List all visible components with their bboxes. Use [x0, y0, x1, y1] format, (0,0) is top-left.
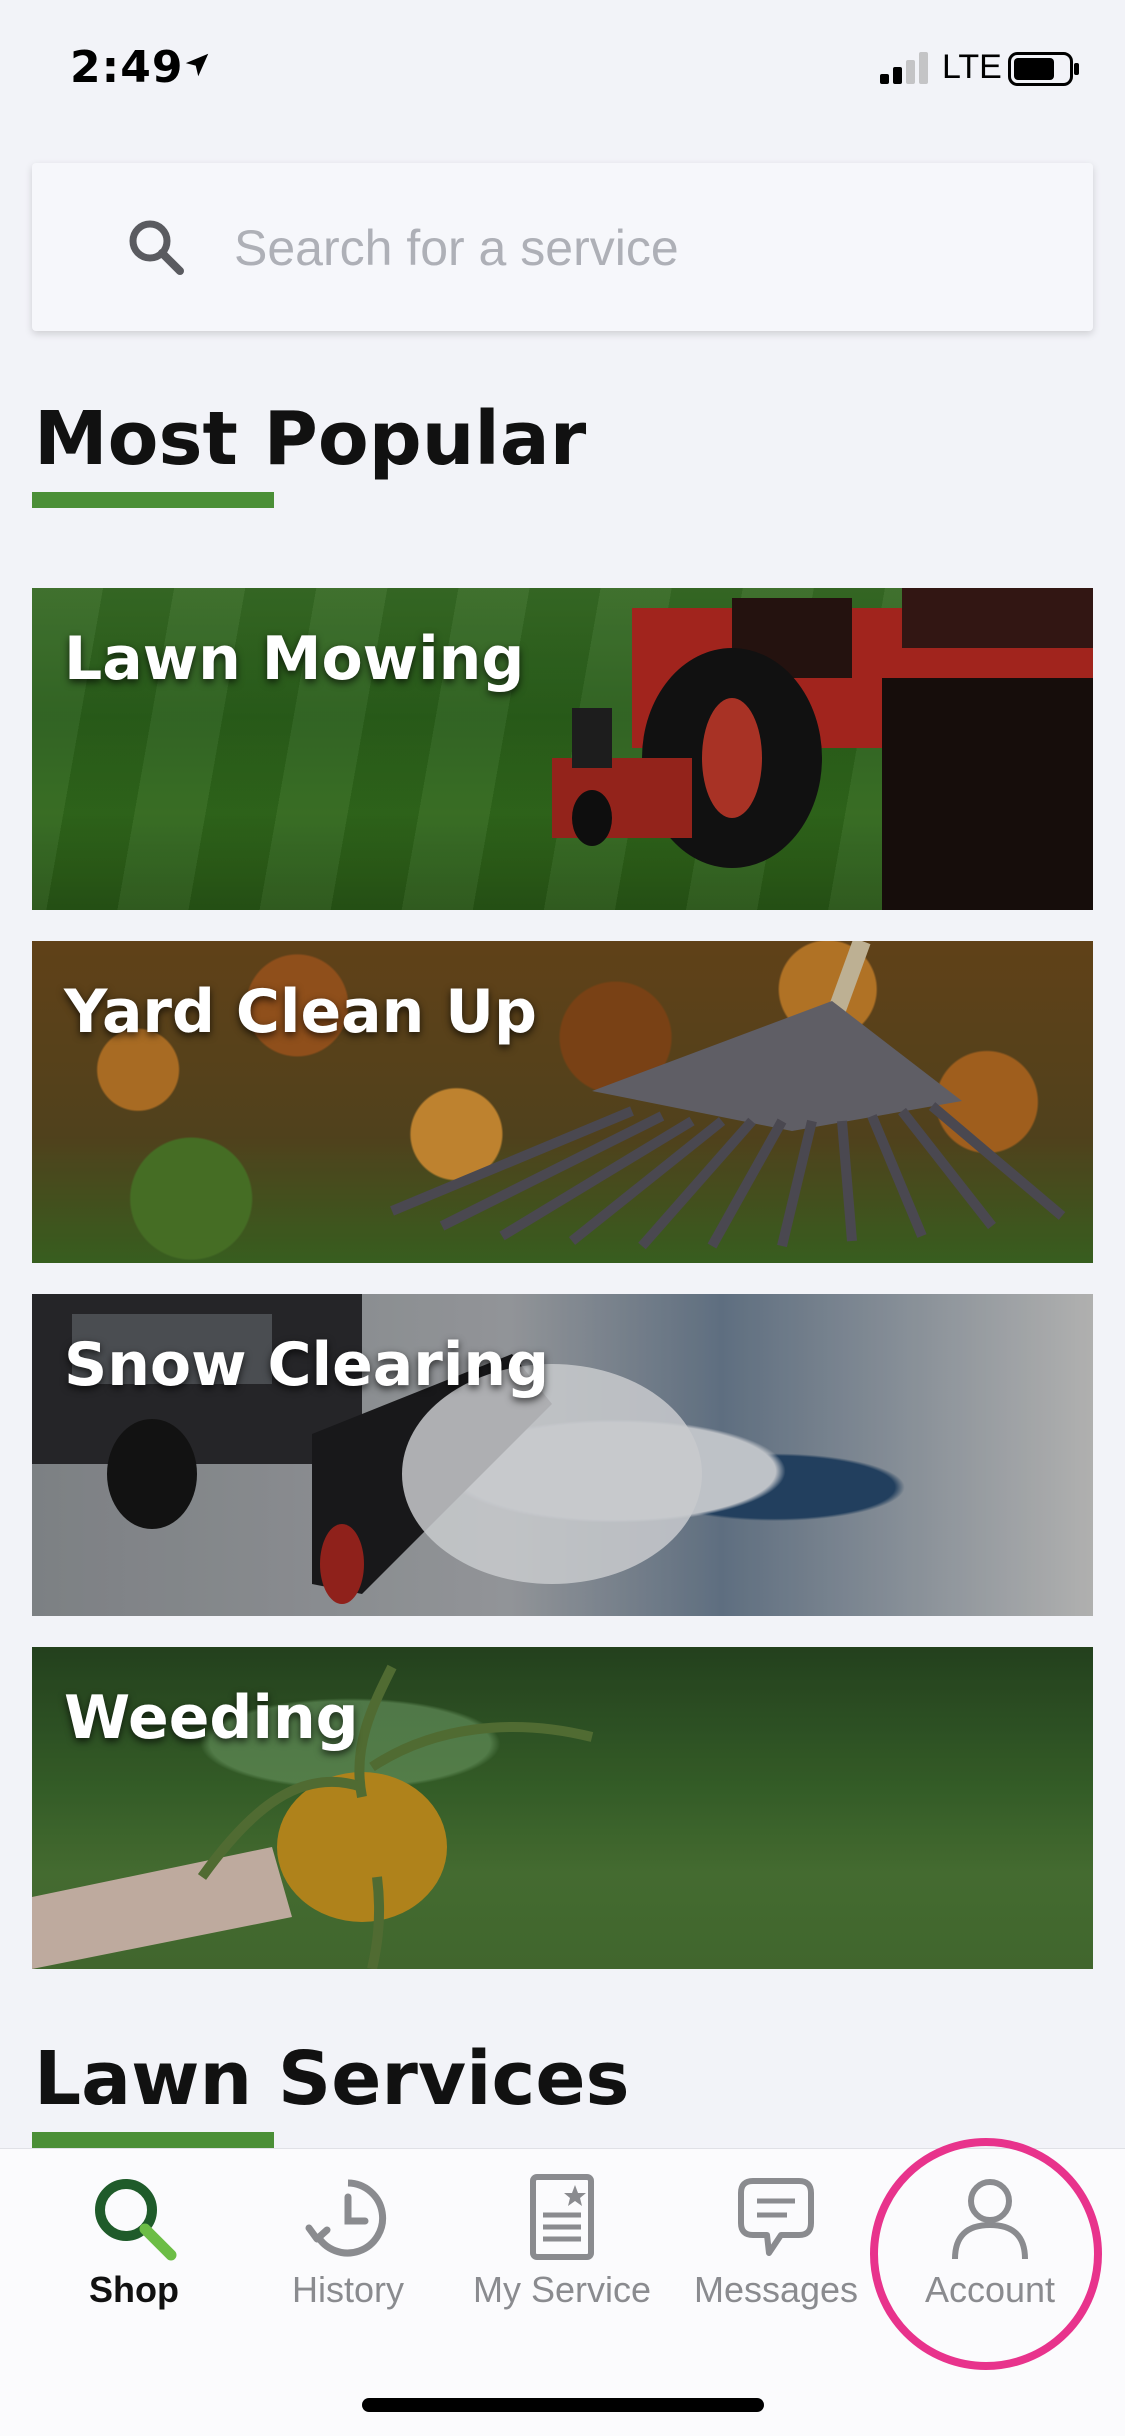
section-underline [32, 492, 274, 508]
section-title-most-popular: Most Popular [34, 396, 587, 482]
search-bar[interactable] [32, 163, 1093, 331]
location-arrow-icon [185, 53, 209, 77]
document-star-icon [530, 2174, 594, 2260]
search-icon [129, 220, 184, 275]
search-input[interactable] [232, 207, 1056, 289]
tab-account[interactable]: Account [890, 2173, 1090, 2323]
status-bar: 2:49 LTE [0, 0, 1125, 140]
service-card-label: Yard Clean Up [64, 977, 537, 1047]
tab-label: Shop [89, 2269, 179, 2310]
service-card-label: Lawn Mowing [64, 624, 525, 694]
app-screen: 2:49 LTE Most Popular [0, 0, 1125, 2436]
tab-label: Account [924, 2269, 1056, 2310]
chat-bubble-icon [738, 2178, 814, 2256]
status-time: 2:49 [70, 42, 184, 93]
service-card-snow-clearing[interactable]: Snow Clearing [32, 1294, 1093, 1616]
tab-messages[interactable]: Messages [676, 2173, 876, 2323]
section-underline [32, 2132, 274, 2148]
service-card-lawn-mowing[interactable]: Lawn Mowing [32, 588, 1093, 910]
tab-my-service[interactable]: My Service [462, 2173, 662, 2323]
service-card-weeding[interactable]: Weeding [32, 1647, 1093, 1969]
tab-shop[interactable]: Shop [34, 2173, 234, 2323]
tab-label: My Service [472, 2269, 652, 2310]
search-icon [95, 2179, 177, 2261]
person-icon [952, 2179, 1028, 2260]
tab-label: Messages [693, 2269, 859, 2310]
bottom-tab-bar: Shop History My Service Messages Account [0, 2148, 1125, 2436]
tab-label: History [291, 2269, 404, 2310]
service-card-label: Snow Clearing [64, 1330, 550, 1400]
clock-history-icon [305, 2179, 387, 2257]
network-type: LTE [942, 48, 1002, 86]
cellular-signal-icon [880, 52, 928, 84]
section-title-lawn-services: Lawn Services [34, 2036, 630, 2122]
home-indicator[interactable] [362, 2398, 764, 2412]
service-card-label: Weeding [64, 1683, 359, 1753]
tab-history[interactable]: History [248, 2173, 448, 2323]
service-card-yard-clean-up[interactable]: Yard Clean Up [32, 941, 1093, 1263]
battery-icon [1008, 52, 1079, 86]
